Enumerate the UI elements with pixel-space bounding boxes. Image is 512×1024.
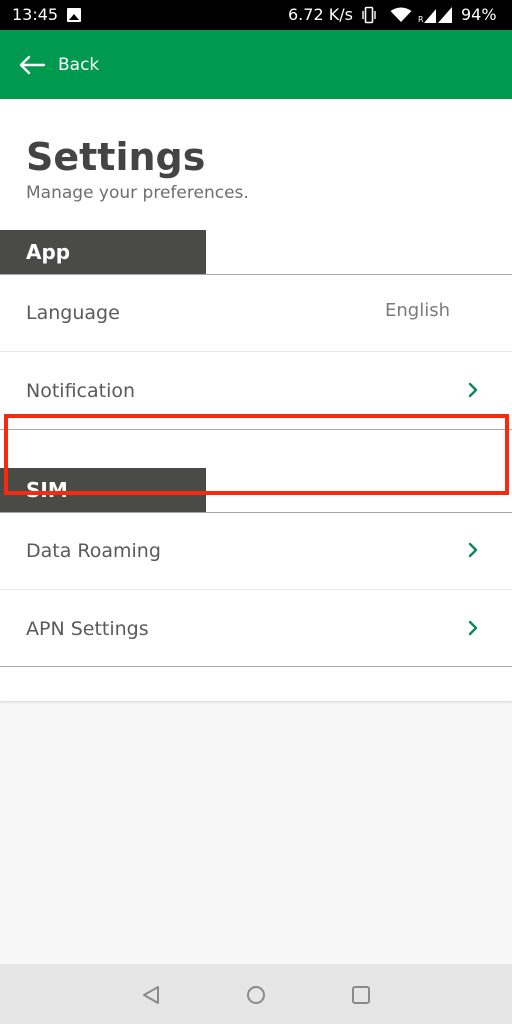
svg-text:R: R <box>418 15 424 23</box>
image-notification-icon <box>67 8 81 22</box>
triangle-back-icon[interactable] <box>140 984 162 1006</box>
row-label: APN Settings <box>26 618 149 640</box>
chevron-right-icon <box>468 620 478 636</box>
wifi-icon <box>390 7 412 22</box>
circle-home-icon[interactable] <box>245 984 267 1006</box>
signal-icon: R <box>418 7 452 23</box>
back-label: Back <box>58 55 100 75</box>
row-label: Data Roaming <box>26 540 161 562</box>
row-divider <box>0 351 512 352</box>
chevron-right-icon <box>468 382 478 398</box>
status-bar: 13:45 6.72 K/s R 94% <box>0 0 512 30</box>
back-button[interactable]: Back <box>18 50 99 80</box>
battery-level: 94% <box>461 5 497 24</box>
section-header-sim: SIM <box>0 468 206 512</box>
chevron-right-icon <box>468 542 478 558</box>
settings-row-notification[interactable]: Notification <box>0 353 512 430</box>
row-label: Language <box>26 302 120 324</box>
vibrate-icon <box>362 6 376 24</box>
page-subtitle: Manage your preferences. <box>26 183 249 203</box>
section-divider <box>0 666 512 667</box>
row-divider <box>0 589 512 590</box>
row-label: Notification <box>26 380 136 402</box>
section-header-app: App <box>0 230 206 274</box>
arrow-left-icon <box>19 55 46 75</box>
settings-row-data-roaming[interactable]: Data Roaming <box>0 513 512 590</box>
settings-card: Settings Manage your preferences. App La… <box>0 99 512 702</box>
network-speed: 6.72 K/s <box>288 5 353 24</box>
row-value: English <box>385 300 450 321</box>
page-title: Settings <box>26 135 206 179</box>
status-time: 13:45 <box>12 5 59 24</box>
section-divider <box>0 429 512 430</box>
settings-row-apn-settings[interactable]: APN Settings <box>0 591 512 668</box>
navigation-bar <box>0 964 512 1024</box>
settings-row-language[interactable]: Language English <box>0 275 512 352</box>
app-bar: Back <box>0 30 512 99</box>
square-recents-icon[interactable] <box>350 984 372 1006</box>
